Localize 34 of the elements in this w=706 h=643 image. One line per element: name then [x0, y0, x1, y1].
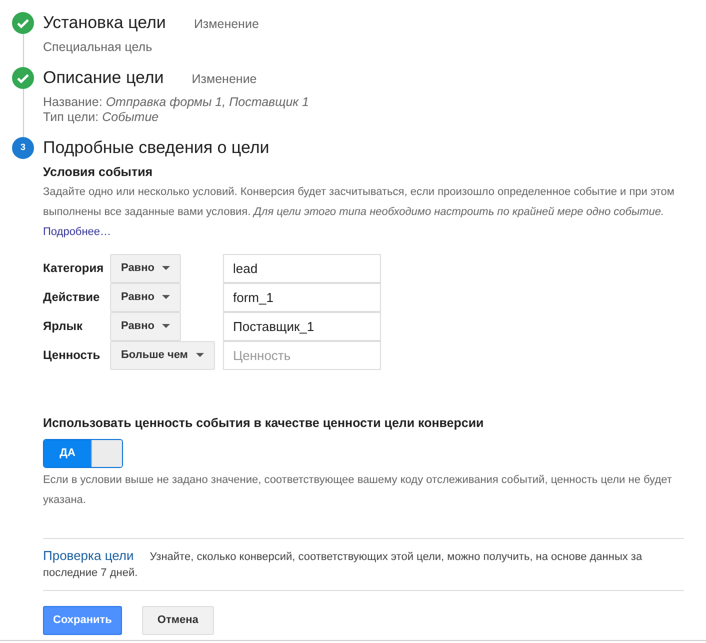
section-heading: Использовать ценность события в качестве ценности цели конверсии	[43, 414, 485, 432]
description-text: Задайте одно или несколько условий. Конверсия будет засчитываться, если произошло определенное событие и при этом выполнены все заданные вами условия. Для цели этого типа необходимо настроить по крайней мере одно событие.	[43, 184, 676, 220]
verify-link[interactable]: Проверка цели	[43, 548, 134, 562]
caret-icon	[162, 295, 170, 300]
caret-icon	[162, 266, 170, 270]
caret-icon	[162, 324, 170, 328]
edit-link[interactable]: Изменение	[194, 15, 259, 34]
condition-label: Действие	[43, 289, 101, 306]
edit-link[interactable]: Изменение	[192, 70, 257, 89]
condition-label: Ценность	[43, 347, 102, 364]
operator-dropdown[interactable]: Равно	[110, 282, 182, 312]
step-title: Описание цели	[43, 67, 164, 89]
step-detail: Название: Отправка формы 1, Поставщик 1	[43, 95, 309, 110]
step-number: 3	[12, 137, 34, 159]
value-field[interactable]: Ценность	[223, 340, 381, 370]
value-field[interactable]: lead	[223, 254, 381, 283]
value-field[interactable]: form_1	[223, 282, 381, 312]
note-text: Если в условии выше не задано значение, соответствующее вашему коду отслеживания событий, ценность цели не будет указана.	[43, 472, 673, 508]
toggle-switch[interactable]: ДА	[43, 438, 123, 468]
operator-dropdown[interactable]: Равно	[110, 254, 182, 283]
step-detail: Специальная цель	[43, 40, 154, 55]
value-field[interactable]: Поставщик_1	[223, 312, 381, 341]
condition-label: Ярлык	[43, 318, 84, 336]
step-title: Подробные сведения о цели	[43, 137, 270, 159]
cancel-button[interactable]: Отмена	[142, 606, 214, 634]
verify-text: Проверка цели Узнайте, сколько конверсий, соответствующих этой цели, можно получить, на основе данных за последние 7 дней.	[43, 548, 644, 580]
operator-dropdown[interactable]: Больше чем	[110, 340, 215, 370]
more-link[interactable]: Подробнее…	[43, 222, 684, 242]
condition-label: Категория	[43, 260, 105, 278]
step-title: Установка цели	[43, 12, 166, 34]
caret-icon	[196, 353, 204, 358]
section-heading: Условия события	[43, 164, 154, 181]
operator-dropdown[interactable]: Равно	[110, 312, 182, 341]
step-detail: Тип цели: Событие	[43, 110, 160, 125]
